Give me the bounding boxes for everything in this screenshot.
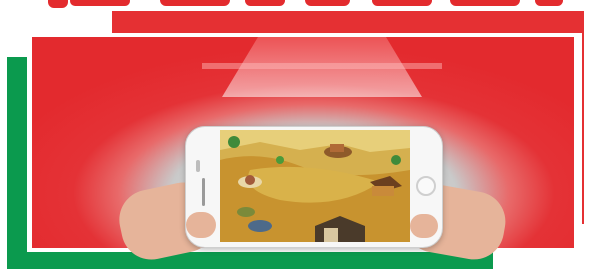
game-screen[interactable] xyxy=(220,130,410,242)
right-thumb xyxy=(410,214,438,238)
home-button-icon[interactable] xyxy=(416,176,436,196)
ceiling-band xyxy=(202,63,442,69)
speaker-icon xyxy=(202,178,205,206)
game-scene xyxy=(220,130,410,242)
left-thumb xyxy=(186,212,216,238)
camera-icon xyxy=(196,160,200,172)
